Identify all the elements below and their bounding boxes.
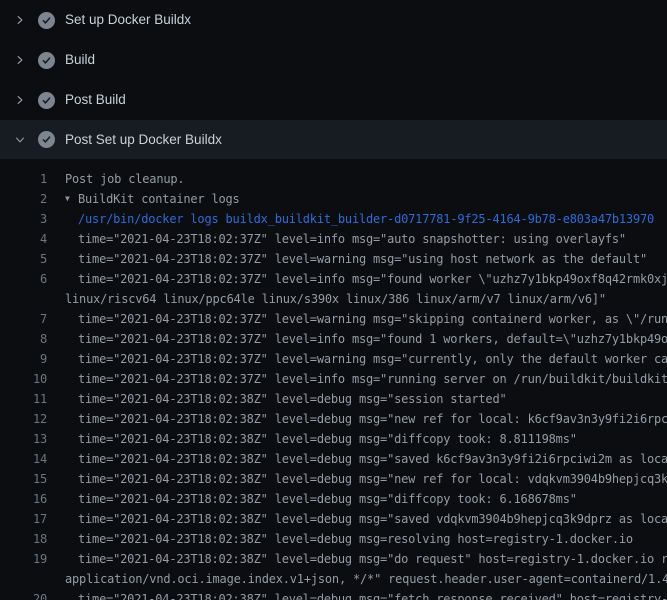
log-line-number[interactable]: 13: [0, 429, 47, 449]
log-line-text: time="2021-04-23T18:02:38Z" level=debug …: [78, 489, 577, 509]
log-line-text: time="2021-04-23T18:02:38Z" level=debug …: [78, 469, 667, 489]
log-line: 19 time="2021-04-23T18:02:38Z" level=deb…: [0, 549, 667, 569]
log-line-number[interactable]: 6: [0, 269, 47, 289]
chevron-right-icon: [12, 92, 28, 108]
log-line: 2 ▼ BuildKit container logs: [0, 189, 667, 209]
log-line-number[interactable]: 11: [0, 389, 47, 409]
log-line-text: time="2021-04-23T18:02:37Z" level=warnin…: [78, 309, 667, 329]
log-line-text: time="2021-04-23T18:02:37Z" level=info m…: [78, 229, 626, 249]
log-lines: 1 Post job cleanup. 2 ▼ BuildKit contain…: [0, 159, 667, 600]
log-line-text: time="2021-04-23T18:02:37Z" level=info m…: [78, 329, 667, 349]
log-line-text: linux/riscv64 linux/ppc64le linux/s390x …: [65, 289, 606, 309]
chevron-right-icon: [12, 12, 28, 28]
log-line: 3 /usr/bin/docker logs buildx_buildkit_b…: [0, 209, 667, 229]
log-line-text: time="2021-04-23T18:02:38Z" level=debug …: [78, 449, 667, 469]
log-line-number[interactable]: 2: [0, 189, 47, 209]
log-line: 10 time="2021-04-23T18:02:37Z" level=inf…: [0, 369, 667, 389]
log-line: 17 time="2021-04-23T18:02:38Z" level=deb…: [0, 509, 667, 529]
step-header-post-setup-docker-buildx[interactable]: Post Set up Docker Buildx: [0, 120, 667, 159]
log-line: application/vnd.oci.image.index.v1+json,…: [0, 569, 667, 589]
log-line: linux/riscv64 linux/ppc64le linux/s390x …: [0, 289, 667, 309]
log-line-number[interactable]: 15: [0, 469, 47, 489]
log-line-number[interactable]: 8: [0, 329, 47, 349]
check-circle-icon: [38, 52, 55, 69]
log-line: 9 time="2021-04-23T18:02:37Z" level=warn…: [0, 349, 667, 369]
actions-log-viewer: Set up Docker Buildx Build Post Build Po…: [0, 0, 667, 600]
log-line-text: time="2021-04-23T18:02:38Z" level=debug …: [78, 509, 667, 529]
log-line: 5 time="2021-04-23T18:02:37Z" level=warn…: [0, 249, 667, 269]
log-line: 1 Post job cleanup.: [0, 169, 667, 189]
step-label: Post Set up Docker Buildx: [65, 133, 222, 147]
log-line-number[interactable]: [0, 569, 47, 589]
log-line-text: time="2021-04-23T18:02:37Z" level=warnin…: [78, 249, 647, 269]
log-line: 13 time="2021-04-23T18:02:38Z" level=deb…: [0, 429, 667, 449]
log-line: 8 time="2021-04-23T18:02:37Z" level=info…: [0, 329, 667, 349]
log-line-number[interactable]: 18: [0, 529, 47, 549]
log-line-text: time="2021-04-23T18:02:38Z" level=debug …: [78, 549, 667, 569]
log-line-text: time="2021-04-23T18:02:37Z" level=warnin…: [78, 349, 667, 369]
log-line: 12 time="2021-04-23T18:02:38Z" level=deb…: [0, 409, 667, 429]
check-circle-icon: [38, 12, 55, 29]
log-line-number[interactable]: 20: [0, 589, 47, 600]
chevron-down-icon: [12, 132, 28, 148]
log-line-text: application/vnd.oci.image.index.v1+json,…: [65, 569, 667, 589]
log-line: 18 time="2021-04-23T18:02:38Z" level=deb…: [0, 529, 667, 549]
log-line-text: Post job cleanup.: [65, 169, 184, 189]
log-line-text: BuildKit container logs: [78, 189, 240, 209]
step-label: Build: [65, 53, 95, 67]
log-line-text: time="2021-04-23T18:02:38Z" level=debug …: [78, 589, 667, 600]
log-line: 16 time="2021-04-23T18:02:38Z" level=deb…: [0, 489, 667, 509]
log-line: 20 time="2021-04-23T18:02:38Z" level=deb…: [0, 589, 667, 600]
log-line-text: time="2021-04-23T18:02:38Z" level=debug …: [78, 409, 667, 429]
log-line: 11 time="2021-04-23T18:02:38Z" level=deb…: [0, 389, 667, 409]
group-caret-icon[interactable]: ▼: [65, 189, 78, 209]
log-line-number[interactable]: 1: [0, 169, 47, 189]
check-circle-icon: [38, 92, 55, 109]
step-label: Set up Docker Buildx: [65, 13, 191, 27]
log-line: 7 time="2021-04-23T18:02:37Z" level=warn…: [0, 309, 667, 329]
log-line-number[interactable]: 5: [0, 249, 47, 269]
log-line-number[interactable]: 12: [0, 409, 47, 429]
log-line-number[interactable]: 3: [0, 209, 47, 229]
log-line-text: time="2021-04-23T18:02:37Z" level=info m…: [78, 269, 667, 289]
step-header-setup-docker-buildx[interactable]: Set up Docker Buildx: [0, 0, 667, 40]
step-header-post-build[interactable]: Post Build: [0, 80, 667, 120]
log-line-text: time="2021-04-23T18:02:38Z" level=debug …: [78, 529, 633, 549]
log-line: 6 time="2021-04-23T18:02:37Z" level=info…: [0, 269, 667, 289]
log-line-number[interactable]: 16: [0, 489, 47, 509]
check-circle-icon: [38, 131, 55, 148]
log-line: 15 time="2021-04-23T18:02:38Z" level=deb…: [0, 469, 667, 489]
log-line: 14 time="2021-04-23T18:02:38Z" level=deb…: [0, 449, 667, 469]
log-line-text: time="2021-04-23T18:02:38Z" level=debug …: [78, 429, 577, 449]
log-line-number[interactable]: 9: [0, 349, 47, 369]
log-line-number[interactable]: [0, 289, 47, 309]
log-line: 4 time="2021-04-23T18:02:37Z" level=info…: [0, 229, 667, 249]
log-line-number[interactable]: 14: [0, 449, 47, 469]
log-line-text: /usr/bin/docker logs buildx_buildkit_bui…: [78, 209, 654, 229]
log-line-number[interactable]: 4: [0, 229, 47, 249]
log-line-number[interactable]: 19: [0, 549, 47, 569]
log-line-number[interactable]: 7: [0, 309, 47, 329]
log-line-text: time="2021-04-23T18:02:38Z" level=debug …: [78, 389, 507, 409]
chevron-right-icon: [12, 52, 28, 68]
log-line-number[interactable]: 10: [0, 369, 47, 389]
step-label: Post Build: [65, 93, 126, 107]
log-line-number[interactable]: 17: [0, 509, 47, 529]
log-line-text: time="2021-04-23T18:02:37Z" level=info m…: [78, 369, 667, 389]
step-header-build[interactable]: Build: [0, 40, 667, 80]
